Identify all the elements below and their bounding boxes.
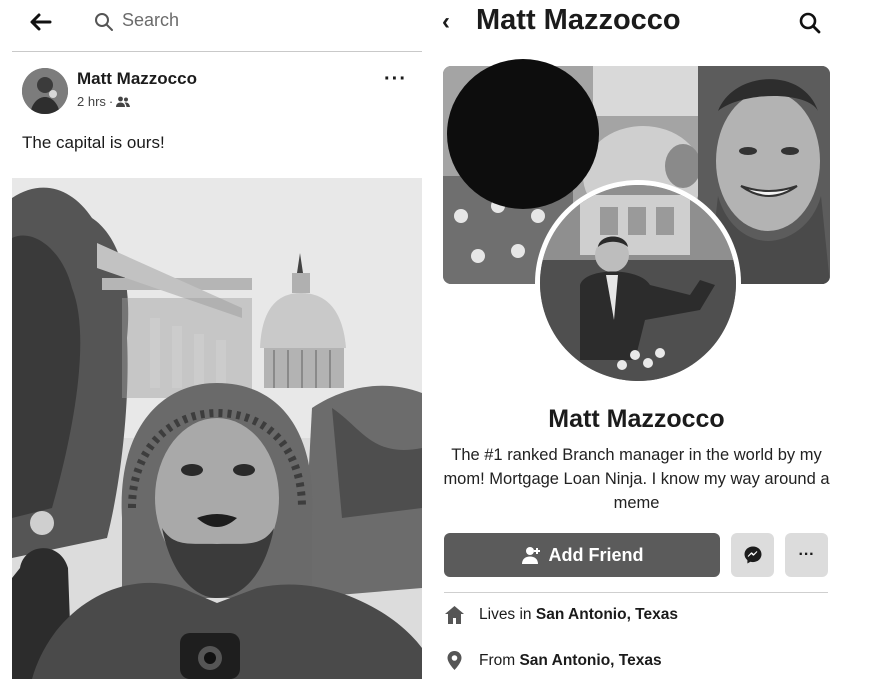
- post-meta: 2 hrs ·: [77, 94, 131, 109]
- add-friend-label: Add Friend: [548, 544, 644, 565]
- friends-audience-icon: [116, 96, 131, 107]
- post-photo[interactable]: [12, 178, 422, 679]
- profile-header-title: Matt Mazzocco: [476, 4, 681, 36]
- post-options-button[interactable]: ···: [384, 68, 407, 91]
- add-friend-button[interactable]: Add Friend: [444, 533, 720, 577]
- intro-lives-place[interactable]: San Antonio, Texas: [536, 606, 678, 623]
- intro-from-place[interactable]: San Antonio, Texas: [519, 652, 661, 669]
- meta-separator: ·: [108, 94, 114, 109]
- search-icon[interactable]: [94, 12, 114, 32]
- feed-pane: Search Matt Mazzocco 2 hrs · ··· The cap…: [0, 0, 430, 679]
- add-friend-icon: [521, 547, 540, 564]
- back-chevron-icon[interactable]: ‹: [442, 8, 450, 36]
- post-timestamp[interactable]: 2 hrs: [77, 94, 106, 109]
- profile-bio: The #1 ranked Branch manager in the worl…: [443, 446, 830, 512]
- post-author-name[interactable]: Matt Mazzocco: [77, 69, 197, 89]
- intro-from: From San Antonio, Texas: [444, 650, 662, 671]
- intro-lives-prefix: Lives in: [479, 606, 536, 623]
- messenger-icon: [744, 546, 761, 564]
- search-input[interactable]: Search: [122, 10, 179, 31]
- message-button[interactable]: [731, 533, 774, 577]
- intro-lives-in: Lives in San Antonio, Texas: [444, 605, 678, 625]
- more-options-button[interactable]: ···: [785, 533, 828, 577]
- profile-name: Matt Mazzocco: [548, 405, 725, 433]
- back-arrow-icon[interactable]: [28, 9, 54, 35]
- profile-picture[interactable]: [535, 180, 741, 386]
- profile-search-icon[interactable]: [797, 10, 823, 36]
- actions-divider: [444, 592, 828, 593]
- post-text: The capital is ours!: [22, 133, 165, 152]
- author-avatar[interactable]: [22, 68, 68, 114]
- location-pin-icon: [447, 651, 462, 670]
- intro-from-prefix: From: [479, 651, 520, 669]
- header-divider: [12, 51, 422, 52]
- redaction-circle: [447, 59, 599, 209]
- home-icon: [445, 606, 464, 624]
